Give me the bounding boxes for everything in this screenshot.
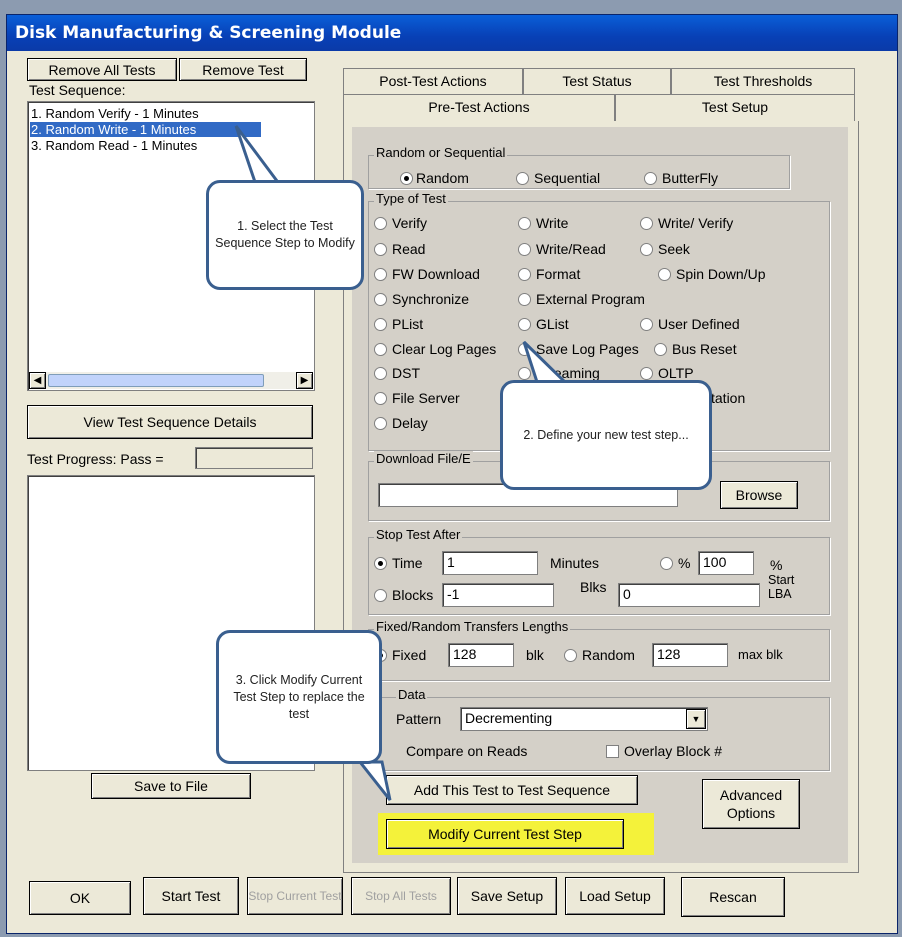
callout-pointers	[234, 125, 572, 801]
callout-1-pointer	[234, 125, 283, 187]
callout-3-pointer	[356, 760, 392, 801]
callout-3: 3. Click Modify Current Test Step to rep…	[216, 630, 382, 764]
callout-2: 2. Define your new test step...	[500, 380, 712, 490]
callout-1: 1. Select the Test Sequence Step to Modi…	[206, 180, 364, 290]
callout-2-pointer	[522, 340, 572, 387]
